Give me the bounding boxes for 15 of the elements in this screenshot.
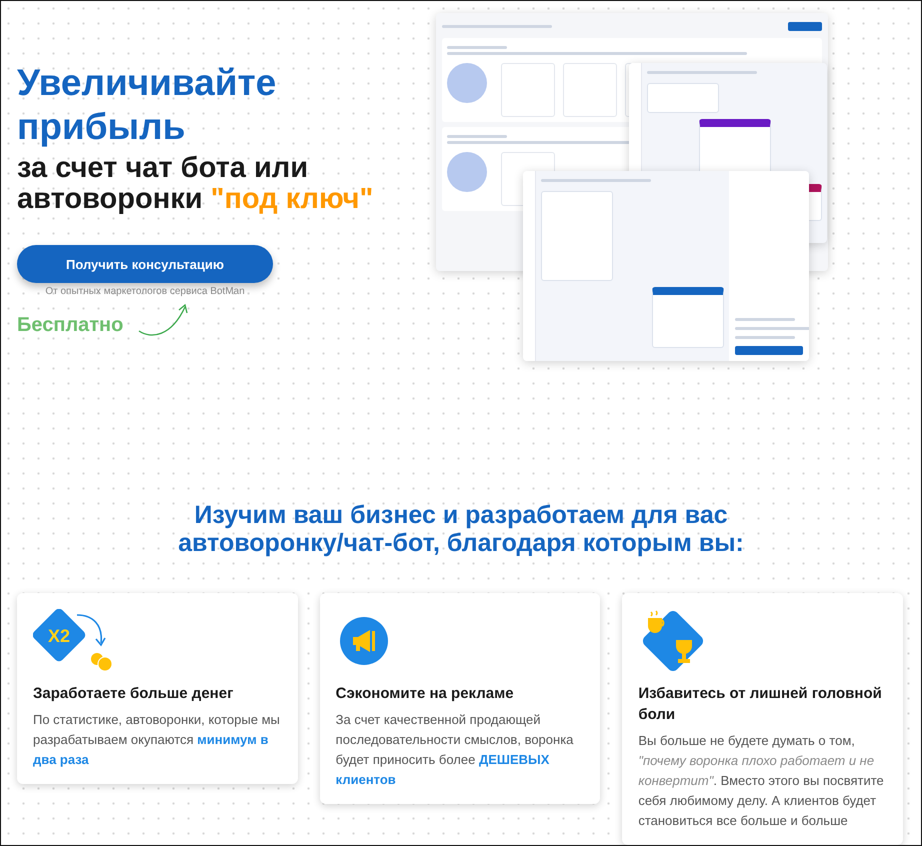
headline: Увеличивайте прибыль: [17, 61, 278, 149]
x2-label: X2: [48, 626, 70, 646]
card-text: Вы больше не будете думать о том, "почему воронка плохо работает и не конвертит". Вместо этого вы посвятите себя любимому делу. А клиентов будет становиться все больше и больше: [638, 732, 885, 830]
card-title: Сэкономите на рекламе: [336, 684, 515, 704]
section-heading: Изучим ваш бизнес и разработаем для вас автоворонку/чат-бот, благодаря которым вы:: [177, 501, 745, 557]
card-title: Избавитесь от лишней головной боли: [638, 684, 883, 725]
coins-icon: [91, 653, 112, 672]
free-label: Бесплатно: [17, 314, 124, 338]
consultation-button[interactable]: Получить консультацию: [17, 245, 273, 283]
card-text: За счет качественной продающей последовательности смыслов, воронка будет приносить более ДЕШЕВЫХ клиентов: [336, 711, 574, 789]
subheadline: за счет чат бота или автоворонки "под ключ": [17, 153, 374, 215]
cta-note: От опытных маркетологов сервиса BotMan: [44, 286, 246, 297]
card-title: Заработаете больше денег: [33, 684, 234, 704]
curved-arrow-icon: [76, 614, 106, 646]
card-text: По статистике, автоворонки, которые мы разрабатываем окупаются минимум в два раза: [33, 711, 281, 769]
